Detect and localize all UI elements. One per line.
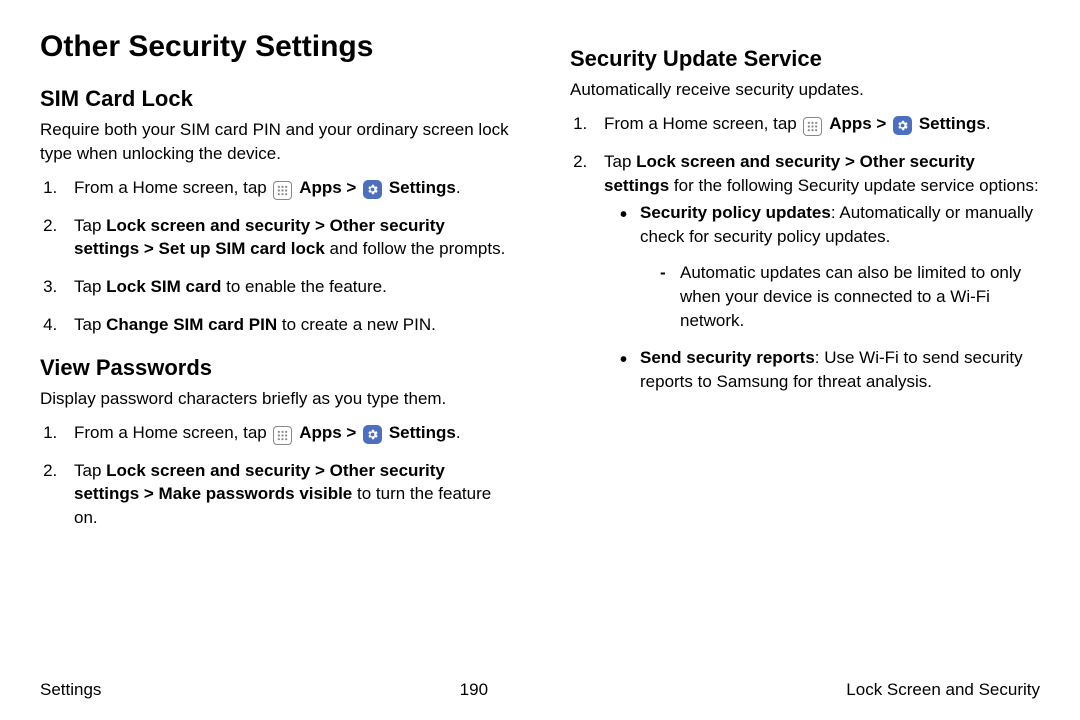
- apps-icon: [803, 117, 822, 136]
- sim-step-2: Tap Lock screen and security > Other sec…: [62, 214, 510, 262]
- sus-sub: Automatic updates can also be limited to…: [640, 261, 1040, 332]
- sim-intro: Require both your SIM card PIN and your …: [40, 118, 510, 166]
- apps-label: Apps: [299, 178, 342, 197]
- sus-option-reports: Send security reports: Use Wi-Fi to send…: [626, 346, 1040, 394]
- sus-steps: From a Home screen, tap Apps > Settings.…: [570, 112, 1040, 394]
- arrow: >: [342, 178, 361, 197]
- text: to create a new PIN.: [277, 315, 436, 334]
- text: From a Home screen, tap: [74, 178, 271, 197]
- option-name: Security policy updates: [640, 203, 831, 222]
- left-column: Other Security Settings SIM Card Lock Re…: [40, 30, 510, 670]
- text: From a Home screen, tap: [604, 114, 801, 133]
- settings-label: Settings: [919, 114, 986, 133]
- arrow: >: [342, 423, 361, 442]
- sus-option-policy: Security policy updates: Automatically o…: [626, 201, 1040, 332]
- apps-label: Apps: [299, 423, 342, 442]
- page-title: Other Security Settings: [40, 30, 510, 64]
- sim-step-3: Tap Lock SIM card to enable the feature.: [62, 275, 510, 299]
- sus-intro: Automatically receive security updates.: [570, 78, 1040, 102]
- footer: Settings 190 Lock Screen and Security: [40, 670, 1040, 700]
- footer-left: Settings: [40, 680, 101, 700]
- settings-icon: [363, 425, 382, 444]
- settings-icon: [363, 180, 382, 199]
- sim-heading: SIM Card Lock: [40, 86, 510, 112]
- right-column: Security Update Service Automatically re…: [570, 30, 1040, 670]
- text: .: [456, 178, 461, 197]
- text: Tap: [74, 216, 106, 235]
- sus-sub-item: Automatic updates can also be limited to…: [666, 261, 1040, 332]
- footer-right: Lock Screen and Security: [846, 680, 1040, 700]
- text: Tap: [74, 277, 106, 296]
- sim-steps: From a Home screen, tap Apps > Settings.…: [40, 176, 510, 337]
- view-intro: Display password characters briefly as y…: [40, 387, 510, 411]
- bold-path: Lock SIM card: [106, 277, 221, 296]
- sus-step-2: Tap Lock screen and security > Other sec…: [592, 150, 1040, 394]
- apps-label: Apps: [829, 114, 872, 133]
- sus-step-1: From a Home screen, tap Apps > Settings.: [592, 112, 1040, 136]
- apps-icon: [273, 181, 292, 200]
- text: Tap: [74, 315, 106, 334]
- sim-step-4: Tap Change SIM card PIN to create a new …: [62, 313, 510, 337]
- bold-path: Change SIM card PIN: [106, 315, 277, 334]
- view-steps: From a Home screen, tap Apps > Settings.…: [40, 421, 510, 530]
- page-number: 190: [460, 680, 488, 700]
- settings-icon: [893, 116, 912, 135]
- view-heading: View Passwords: [40, 355, 510, 381]
- view-step-1: From a Home screen, tap Apps > Settings.: [62, 421, 510, 445]
- settings-label: Settings: [389, 423, 456, 442]
- text: Tap: [74, 461, 106, 480]
- sus-options: Security policy updates: Automatically o…: [604, 201, 1040, 394]
- text: Tap: [604, 152, 636, 171]
- arrow: >: [872, 114, 891, 133]
- settings-label: Settings: [389, 178, 456, 197]
- text: From a Home screen, tap: [74, 423, 271, 442]
- option-name: Send security reports: [640, 348, 815, 367]
- text: for the following Security update servic…: [669, 176, 1038, 195]
- text: .: [986, 114, 991, 133]
- text: and follow the prompts.: [325, 239, 505, 258]
- sus-heading: Security Update Service: [570, 46, 1040, 72]
- sim-step-1: From a Home screen, tap Apps > Settings.: [62, 176, 510, 200]
- apps-icon: [273, 426, 292, 445]
- text: .: [456, 423, 461, 442]
- page-content: Other Security Settings SIM Card Lock Re…: [40, 30, 1040, 670]
- text: to enable the feature.: [221, 277, 386, 296]
- view-step-2: Tap Lock screen and security > Other sec…: [62, 459, 510, 530]
